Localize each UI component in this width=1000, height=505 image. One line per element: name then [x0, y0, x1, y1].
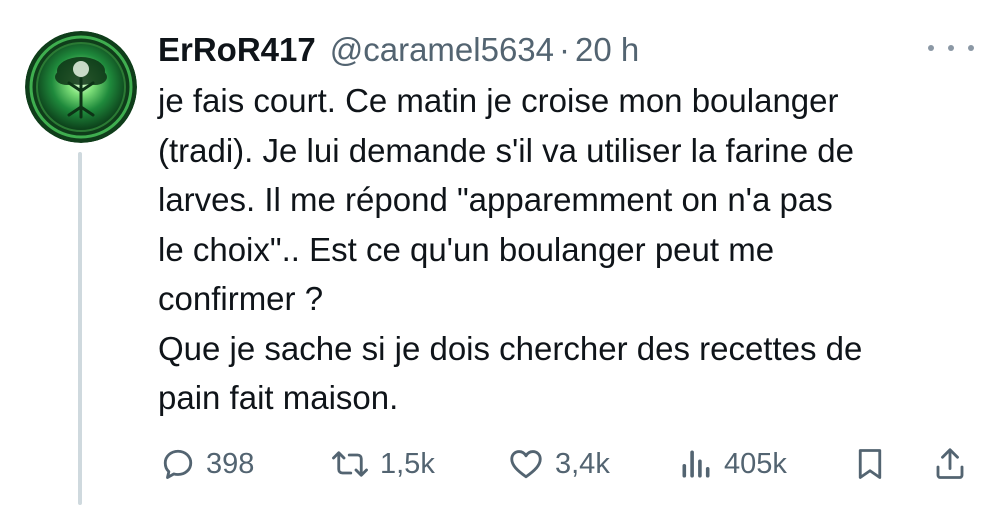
repost-button[interactable]: 1,5k [330, 436, 435, 492]
tweet-header: ErRoR417 @caramel5634 · 20 h [158, 28, 639, 72]
tweet-text: je fais court. Ce matin je croise mon bo… [158, 76, 988, 423]
tree-of-life-avatar-icon [25, 31, 137, 143]
more-dot [948, 45, 954, 51]
avatar[interactable] [25, 31, 137, 143]
like-button[interactable]: 3,4k [507, 436, 610, 492]
tweet-text-line: le choix".. Est ce qu'un boulanger peut … [158, 230, 775, 268]
bookmark-icon [858, 449, 882, 479]
tweet-text-line: larves. Il me répond "apparemment on n'a… [158, 181, 833, 218]
more-dot [968, 45, 974, 51]
reply-button[interactable]: 398 [160, 436, 254, 492]
display-name[interactable]: ErRoR417 [158, 28, 316, 72]
views-count: 405k [724, 447, 787, 480]
user-handle[interactable]: @caramel5634 [330, 28, 554, 72]
timestamp[interactable]: 20 h [575, 28, 639, 72]
reply-icon [163, 449, 193, 479]
tweet-text-line: confirmer ? [158, 280, 324, 317]
tweet-text-line: Que je sache si je dois chercher des rec… [158, 329, 863, 367]
more-options-icon[interactable] [928, 36, 974, 60]
views-button[interactable]: 405k [678, 436, 787, 492]
views-icon [682, 450, 710, 478]
action-bar: 398 1,5k 3,4k 405k [0, 436, 1000, 492]
heart-icon [510, 450, 542, 479]
separator-dot: · [559, 31, 571, 68]
repost-icon [332, 451, 368, 477]
bookmark-button[interactable] [852, 436, 888, 492]
more-dot [928, 45, 934, 51]
reply-count: 398 [206, 447, 255, 480]
tweet-text-line: je fais court. Ce matin je croise mon bo… [158, 82, 839, 119]
tweet-text-line: (tradi). Je lui demande s'il va utiliser… [158, 131, 854, 169]
share-icon [936, 448, 964, 479]
tweet-text-line: pain fait maison. [158, 379, 399, 416]
like-count: 3,4k [555, 447, 610, 480]
repost-count: 1,5k [380, 447, 435, 480]
share-button[interactable] [932, 436, 968, 492]
